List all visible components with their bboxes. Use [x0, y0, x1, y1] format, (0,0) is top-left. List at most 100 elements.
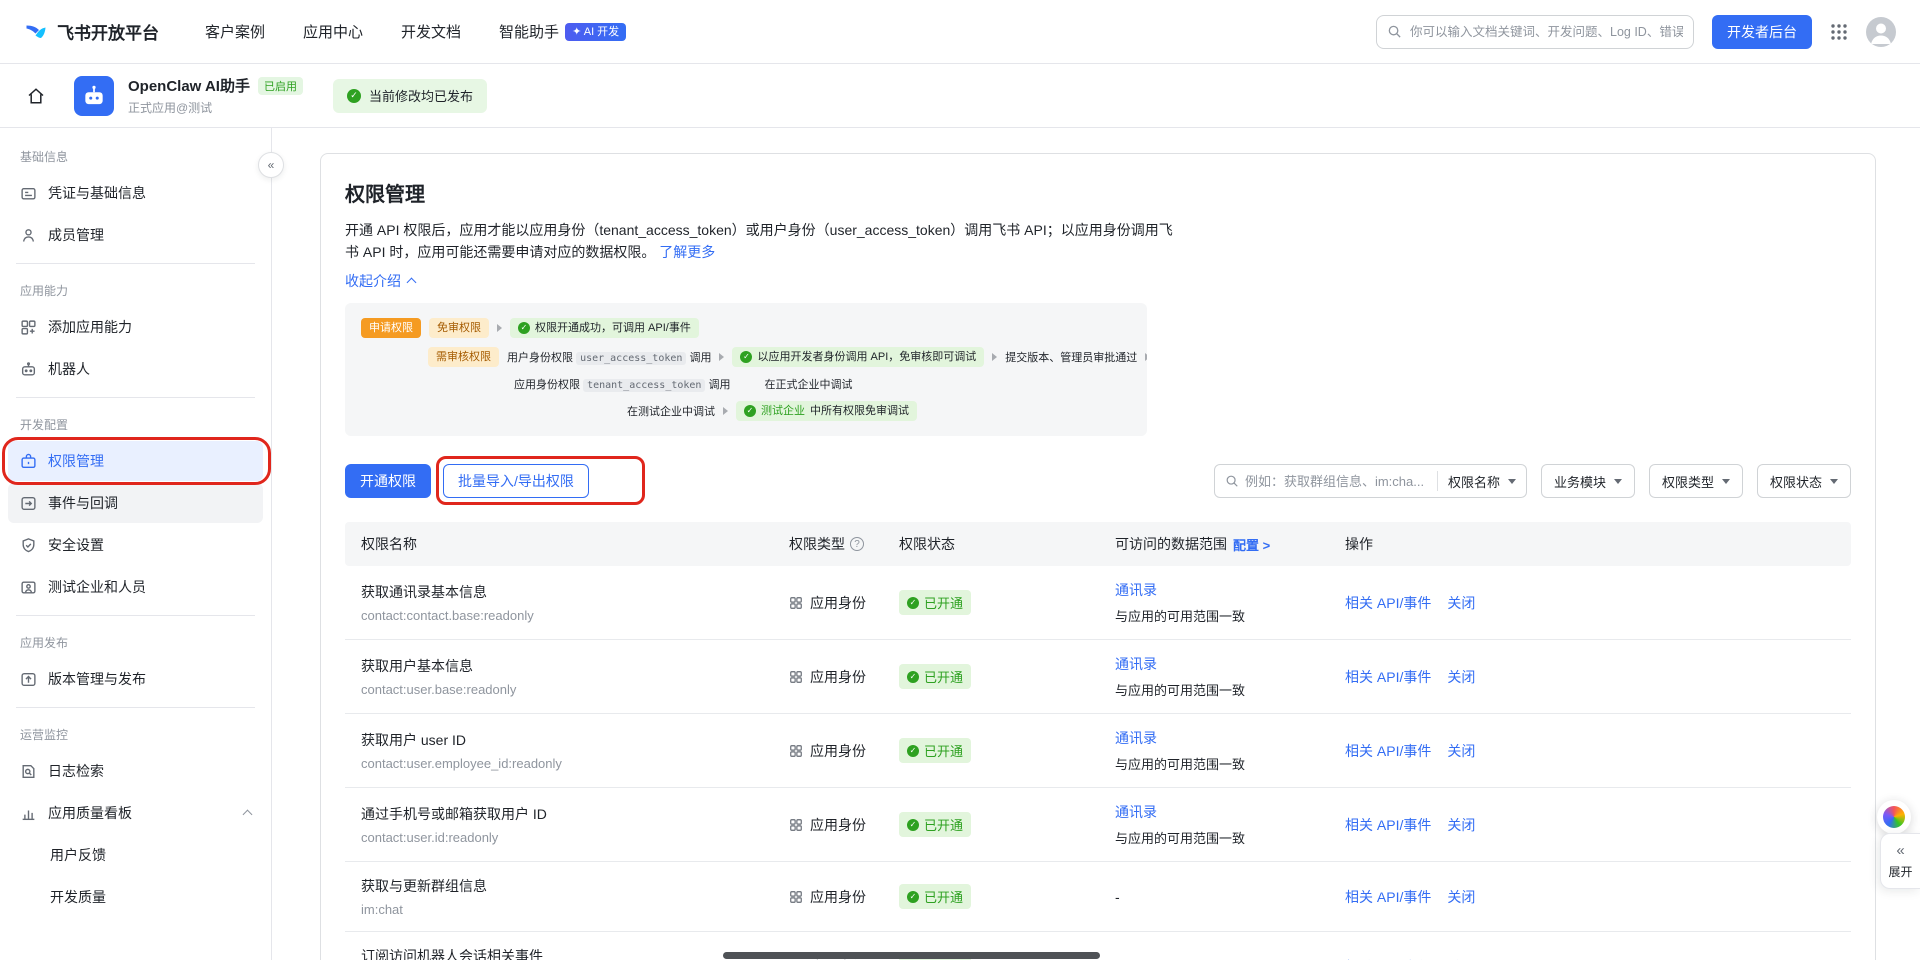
chevron-up-icon[interactable] [243, 810, 253, 820]
publish-status-badge: ✓ 当前修改均已发布 [333, 79, 487, 113]
permission-table: 权限名称 权限类型 ? 权限状态 可访问的数据范围 配置 > 操作 获取通 [345, 522, 1851, 960]
scope-link[interactable]: 通讯录 [1115, 730, 1157, 746]
horizontal-scrollbar-thumb[interactable] [723, 952, 1100, 959]
permission-type: 应用身份 [789, 887, 899, 907]
assistant-fab[interactable] [1877, 800, 1911, 834]
info-icon[interactable]: ? [850, 537, 864, 551]
related-api-link[interactable]: 相关 API/事件 [1345, 667, 1431, 687]
col-operations: 操作 [1345, 534, 1851, 554]
check-circle-icon: ✓ [907, 671, 919, 683]
close-permission-link[interactable]: 关闭 [1447, 593, 1475, 613]
scope-config-link[interactable]: 配置 > [1233, 535, 1270, 554]
event-callback-icon [20, 495, 38, 512]
col-permission-name: 权限名称 [345, 534, 789, 554]
close-permission-link[interactable]: 关闭 [1447, 667, 1475, 687]
scope-link[interactable]: 通讯录 [1115, 582, 1157, 598]
filter-type-select[interactable]: 权限类型 [1649, 464, 1743, 498]
sidebar-item-events[interactable]: 事件与回调 [8, 483, 263, 523]
related-api-link[interactable]: 相关 API/事件 [1345, 957, 1431, 960]
filter-category-select[interactable]: 权限名称 [1438, 472, 1526, 491]
expand-label: 展开 [1888, 865, 1912, 879]
app-header: OpenClaw AI助手 已启用 正式应用@测试 ✓ 当前修改均已发布 [0, 64, 1920, 128]
status-badge: ✓ 已开通 [899, 590, 971, 615]
sidebar-item-security[interactable]: 安全设置 [8, 525, 263, 565]
flow-arrow-icon [1145, 353, 1147, 361]
related-api-link[interactable]: 相关 API/事件 [1345, 741, 1431, 761]
home-icon[interactable] [26, 86, 46, 106]
sidebar-item-label: 应用质量看板 [48, 803, 132, 823]
sidebar-item-bot[interactable]: 机器人 [8, 349, 263, 389]
assistant-fab-icon [1883, 806, 1905, 828]
nav-item-ai-assistant[interactable]: 智能助手 ✦ AI 开发 [499, 21, 626, 42]
scope-link[interactable]: 通讯录 [1115, 656, 1157, 672]
permission-search-input[interactable] [1239, 474, 1437, 489]
filter-status-select[interactable]: 权限状态 [1757, 464, 1851, 498]
sidebar-item-add-capability[interactable]: 添加应用能力 [8, 307, 263, 347]
collapse-intro-link[interactable]: 收起介绍 [345, 271, 415, 291]
sidebar-item-test-org[interactable]: 测试企业和人员 [8, 567, 263, 607]
row-operations: 相关 API/事件 关闭 [1345, 887, 1851, 907]
row-operations: 相关 API/事件 关闭 [1345, 593, 1851, 613]
scope-empty: - [1115, 889, 1120, 905]
learn-more-link[interactable]: 了解更多 [659, 244, 715, 260]
sidebar-item-user-feedback[interactable]: 用户反馈 [8, 835, 263, 875]
sidebar-item-credentials[interactable]: 凭证与基础信息 [8, 173, 263, 213]
avatar[interactable] [1866, 17, 1896, 47]
navbar-right: 开发者后台 [1376, 15, 1896, 49]
sidebar-item-label: 安全设置 [48, 535, 104, 555]
close-permission-link[interactable]: 关闭 [1447, 887, 1475, 907]
scope-desc: 与应用的可用范围一致 [1115, 680, 1345, 699]
flow-need-review-badge: 需审核权限 [428, 347, 499, 367]
add-capability-icon [20, 319, 38, 336]
close-permission-link[interactable]: 关闭 [1447, 741, 1475, 761]
global-search[interactable] [1376, 15, 1694, 49]
scope-desc: 与应用的可用范围一致 [1115, 606, 1345, 625]
token-chip: user_access_token [576, 352, 686, 365]
app-name: OpenClaw AI助手 [128, 75, 250, 96]
related-api-link[interactable]: 相关 API/事件 [1345, 593, 1431, 613]
sidebar-divider [16, 263, 255, 264]
brand[interactable]: 飞书开放平台 [24, 19, 159, 44]
publish-status-text: 当前修改均已发布 [369, 86, 473, 105]
batch-import-export-button[interactable]: 批量导入/导出权限 [443, 464, 589, 498]
flow-step-text: 在正式企业中调试 [765, 376, 853, 392]
open-permission-button[interactable]: 开通权限 [345, 464, 431, 498]
nav-item-label: 客户案例 [205, 21, 265, 42]
filter-module-select[interactable]: 业务模块 [1541, 464, 1635, 498]
sidebar-item-quality-board[interactable]: 应用质量看板 [8, 793, 263, 833]
global-search-input[interactable] [1410, 25, 1683, 39]
sidebar-item-permission[interactable]: 权限管理 [8, 441, 263, 481]
nav-item-app-center[interactable]: 应用中心 [303, 21, 363, 42]
developer-console-button[interactable]: 开发者后台 [1712, 15, 1812, 49]
col-permission-type: 权限类型 ? [789, 534, 899, 554]
sidebar-collapse-button[interactable]: « [258, 152, 284, 178]
sidebar-item-logs[interactable]: 日志检索 [8, 751, 263, 791]
data-scope-cell: 通讯录 与应用的可用范围一致 [1115, 580, 1345, 625]
expand-panel-button[interactable]: « 展开 [1880, 833, 1920, 889]
flow-step-text: 用户身份权限 user_access_token 调用 [507, 349, 711, 365]
permission-code: im:chat [361, 902, 789, 917]
close-permission-link[interactable]: 关闭 [1447, 815, 1475, 835]
permission-card: 权限管理 开通 API 权限后，应用才能以应用身份（tenant_access_… [320, 153, 1876, 960]
annotation-circle-permission [2, 437, 271, 485]
scope-link[interactable]: 通讯录 [1115, 804, 1157, 820]
flow-step-text: 在测试企业中调试 [627, 403, 715, 419]
close-permission-link[interactable]: 关闭 [1447, 957, 1475, 960]
apps-grid-icon[interactable] [1830, 23, 1848, 41]
related-api-link[interactable]: 相关 API/事件 [1345, 887, 1431, 907]
related-api-link[interactable]: 相关 API/事件 [1345, 815, 1431, 835]
permission-type: 应用身份 [789, 593, 899, 613]
nav-item-customer-cases[interactable]: 客户案例 [205, 21, 265, 42]
sidebar-item-members[interactable]: 成员管理 [8, 215, 263, 255]
permission-search: 权限名称 [1214, 464, 1527, 498]
search-icon [1387, 24, 1402, 39]
sidebar-item-dev-quality[interactable]: 开发质量 [8, 877, 263, 917]
nav-item-dev-docs[interactable]: 开发文档 [401, 21, 461, 42]
nav-item-label: 应用中心 [303, 21, 363, 42]
sidebar-item-version[interactable]: 版本管理与发布 [8, 659, 263, 699]
app-identity-icon [789, 596, 803, 610]
data-scope-cell: - [1115, 889, 1345, 905]
status-badge: ✓ 已开通 [899, 664, 971, 689]
brand-name: 飞书开放平台 [57, 19, 159, 44]
check-circle-icon: ✓ [907, 819, 919, 831]
